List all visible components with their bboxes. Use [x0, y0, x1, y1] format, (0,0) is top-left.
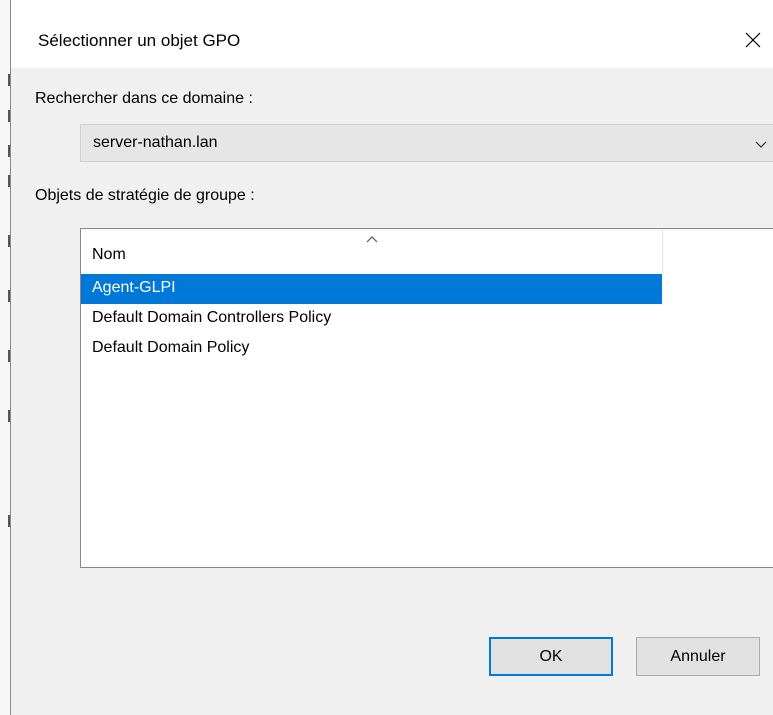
domain-label: Rechercher dans ce domaine : — [35, 90, 253, 107]
list-item-label: Agent-GLPI — [92, 279, 176, 296]
background-window-edge — [0, 0, 10, 715]
list-item[interactable]: Default Domain Policy — [81, 334, 662, 364]
list-item[interactable]: Default Domain Controllers Policy — [81, 304, 662, 334]
column-header-label: Nom — [92, 246, 126, 263]
domain-select-value: server-nathan.lan — [93, 134, 218, 151]
ok-button[interactable]: OK — [489, 637, 613, 676]
list-item[interactable]: Agent-GLPI — [81, 274, 662, 304]
close-icon — [744, 31, 762, 48]
chevron-up-icon — [365, 231, 379, 243]
list-item-label: Default Domain Policy — [92, 339, 250, 356]
gpo-list-rows: Agent-GLPI Default Domain Controllers Po… — [81, 274, 662, 364]
close-button[interactable] — [733, 20, 773, 60]
select-gpo-dialog: Sélectionner un objet GPO Rechercher dan… — [10, 0, 773, 715]
dialog-title: Sélectionner un objet GPO — [38, 31, 241, 50]
cancel-button[interactable]: Annuler — [636, 637, 760, 676]
dialog-titlebar: Sélectionner un objet GPO — [11, 0, 773, 68]
gpo-list-label: Objets de stratégie de groupe : — [35, 187, 255, 204]
list-item-label: Default Domain Controllers Policy — [92, 309, 332, 326]
domain-select[interactable]: server-nathan.lan — [80, 124, 773, 162]
gpo-list[interactable]: Nom Agent-GLPI Default Domain Controller… — [80, 228, 773, 568]
chevron-down-icon — [753, 136, 769, 152]
column-header-name[interactable]: Nom — [81, 229, 663, 273]
